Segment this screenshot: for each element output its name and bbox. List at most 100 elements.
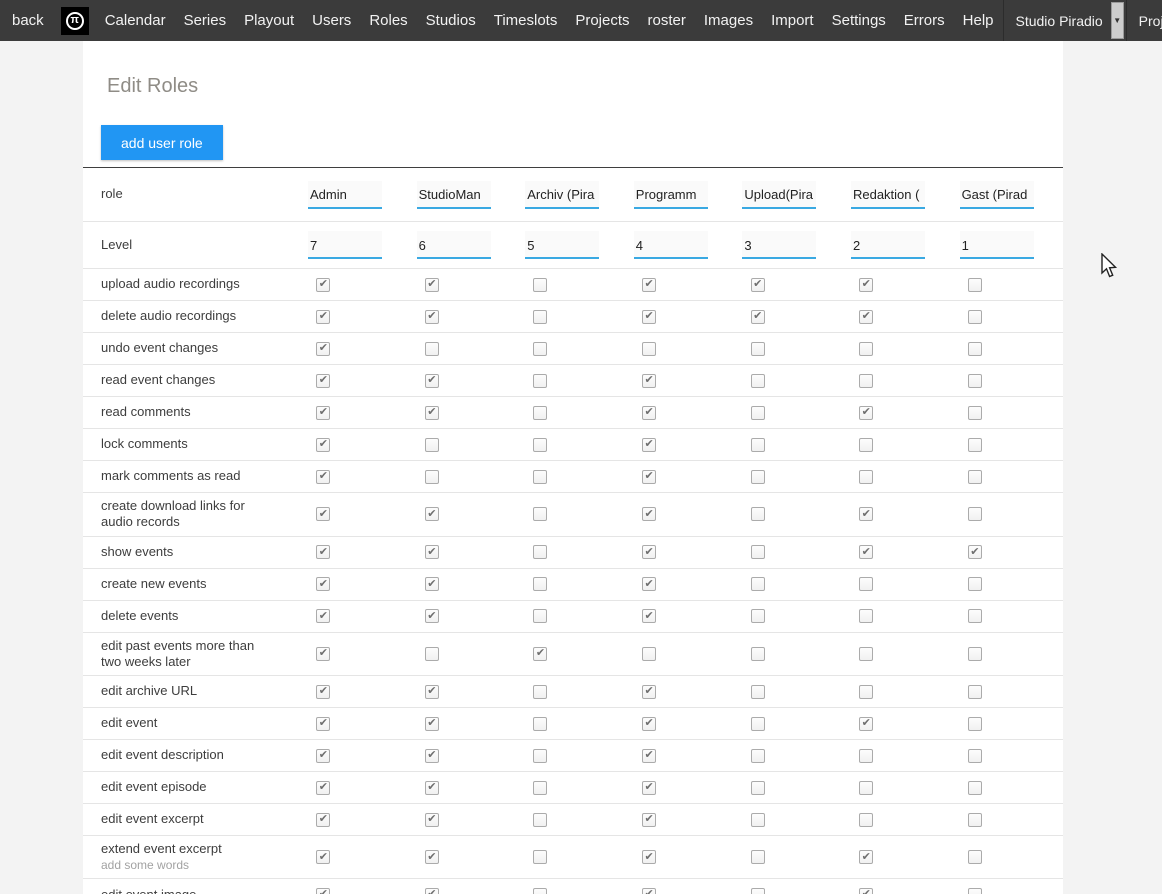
nav-item-images[interactable]: Images xyxy=(695,0,762,41)
permission-checkbox[interactable] xyxy=(859,470,873,484)
permission-checkbox[interactable] xyxy=(425,749,439,763)
level-input-4[interactable] xyxy=(742,231,816,259)
permission-checkbox[interactable] xyxy=(859,609,873,623)
permission-checkbox[interactable] xyxy=(859,507,873,521)
permission-checkbox[interactable] xyxy=(533,781,547,795)
permission-checkbox[interactable] xyxy=(642,577,656,591)
permission-checkbox[interactable] xyxy=(642,278,656,292)
permission-checkbox[interactable] xyxy=(968,717,982,731)
permission-checkbox[interactable] xyxy=(316,850,330,864)
permission-checkbox[interactable] xyxy=(316,342,330,356)
permission-checkbox[interactable] xyxy=(642,850,656,864)
permission-checkbox[interactable] xyxy=(642,438,656,452)
permission-checkbox[interactable] xyxy=(533,374,547,388)
permission-checkbox[interactable] xyxy=(859,438,873,452)
permission-checkbox[interactable] xyxy=(751,406,765,420)
permission-checkbox[interactable] xyxy=(859,577,873,591)
permission-checkbox[interactable] xyxy=(859,749,873,763)
permission-checkbox[interactable] xyxy=(316,888,330,894)
permission-checkbox[interactable] xyxy=(751,685,765,699)
permission-checkbox[interactable] xyxy=(968,609,982,623)
permission-checkbox[interactable] xyxy=(316,406,330,420)
permission-checkbox[interactable] xyxy=(533,647,547,661)
permission-checkbox[interactable] xyxy=(968,749,982,763)
permission-checkbox[interactable] xyxy=(316,577,330,591)
permission-checkbox[interactable] xyxy=(316,685,330,699)
permission-checkbox[interactable] xyxy=(425,647,439,661)
studio-select[interactable]: Studio Piradio ▼ xyxy=(1003,0,1126,41)
permission-checkbox[interactable] xyxy=(316,813,330,827)
permission-checkbox[interactable] xyxy=(859,310,873,324)
permission-checkbox[interactable] xyxy=(642,749,656,763)
permission-checkbox[interactable] xyxy=(859,781,873,795)
permission-checkbox[interactable] xyxy=(533,310,547,324)
permission-checkbox[interactable] xyxy=(316,278,330,292)
level-input-5[interactable] xyxy=(851,231,925,259)
permission-checkbox[interactable] xyxy=(642,507,656,521)
permission-checkbox[interactable] xyxy=(425,310,439,324)
permission-checkbox[interactable] xyxy=(642,717,656,731)
permission-checkbox[interactable] xyxy=(642,781,656,795)
permission-checkbox[interactable] xyxy=(859,406,873,420)
role-name-input-1[interactable] xyxy=(417,181,491,209)
permission-checkbox[interactable] xyxy=(859,717,873,731)
permission-checkbox[interactable] xyxy=(968,374,982,388)
permission-checkbox[interactable] xyxy=(425,813,439,827)
permission-checkbox[interactable] xyxy=(425,470,439,484)
permission-checkbox[interactable] xyxy=(859,813,873,827)
permission-checkbox[interactable] xyxy=(642,888,656,894)
permission-checkbox[interactable] xyxy=(968,850,982,864)
permission-checkbox[interactable] xyxy=(316,749,330,763)
permission-checkbox[interactable] xyxy=(316,438,330,452)
permission-checkbox[interactable] xyxy=(642,609,656,623)
permission-checkbox[interactable] xyxy=(425,545,439,559)
permission-checkbox[interactable] xyxy=(533,685,547,699)
permission-checkbox[interactable] xyxy=(316,310,330,324)
permission-checkbox[interactable] xyxy=(859,545,873,559)
permission-checkbox[interactable] xyxy=(859,342,873,356)
permission-checkbox[interactable] xyxy=(642,685,656,699)
nav-item-timeslots[interactable]: Timeslots xyxy=(485,0,567,41)
permission-checkbox[interactable] xyxy=(533,813,547,827)
permission-checkbox[interactable] xyxy=(859,647,873,661)
permission-checkbox[interactable] xyxy=(968,342,982,356)
permission-checkbox[interactable] xyxy=(642,310,656,324)
role-name-input-6[interactable] xyxy=(960,181,1034,209)
chevron-down-icon[interactable]: ▼ xyxy=(1111,2,1124,39)
nav-item-users[interactable]: Users xyxy=(303,0,360,41)
permission-checkbox[interactable] xyxy=(968,888,982,894)
permission-checkbox[interactable] xyxy=(751,577,765,591)
permission-checkbox[interactable] xyxy=(751,647,765,661)
permission-checkbox[interactable] xyxy=(425,507,439,521)
permission-checkbox[interactable] xyxy=(968,685,982,699)
permission-checkbox[interactable] xyxy=(316,609,330,623)
role-name-input-0[interactable] xyxy=(308,181,382,209)
permission-checkbox[interactable] xyxy=(968,507,982,521)
piradio-logo-icon[interactable]: π xyxy=(61,7,89,35)
nav-item-series[interactable]: Series xyxy=(175,0,236,41)
permission-checkbox[interactable] xyxy=(751,278,765,292)
permission-checkbox[interactable] xyxy=(642,647,656,661)
permission-checkbox[interactable] xyxy=(968,813,982,827)
permission-checkbox[interactable] xyxy=(533,545,547,559)
permission-checkbox[interactable] xyxy=(425,717,439,731)
permission-checkbox[interactable] xyxy=(751,470,765,484)
permission-checkbox[interactable] xyxy=(533,278,547,292)
permission-checkbox[interactable] xyxy=(425,850,439,864)
permission-checkbox[interactable] xyxy=(425,577,439,591)
permission-checkbox[interactable] xyxy=(751,749,765,763)
role-name-input-2[interactable] xyxy=(525,181,599,209)
permission-checkbox[interactable] xyxy=(316,545,330,559)
permission-checkbox[interactable] xyxy=(642,470,656,484)
permission-checkbox[interactable] xyxy=(642,406,656,420)
back-link[interactable]: back xyxy=(0,0,54,41)
nav-item-roster[interactable]: roster xyxy=(639,0,695,41)
permission-checkbox[interactable] xyxy=(533,342,547,356)
permission-checkbox[interactable] xyxy=(533,609,547,623)
permission-checkbox[interactable] xyxy=(859,374,873,388)
permission-checkbox[interactable] xyxy=(533,888,547,894)
permission-checkbox[interactable] xyxy=(533,577,547,591)
nav-item-calendar[interactable]: Calendar xyxy=(96,0,175,41)
nav-item-import[interactable]: Import xyxy=(762,0,823,41)
permission-checkbox[interactable] xyxy=(316,470,330,484)
